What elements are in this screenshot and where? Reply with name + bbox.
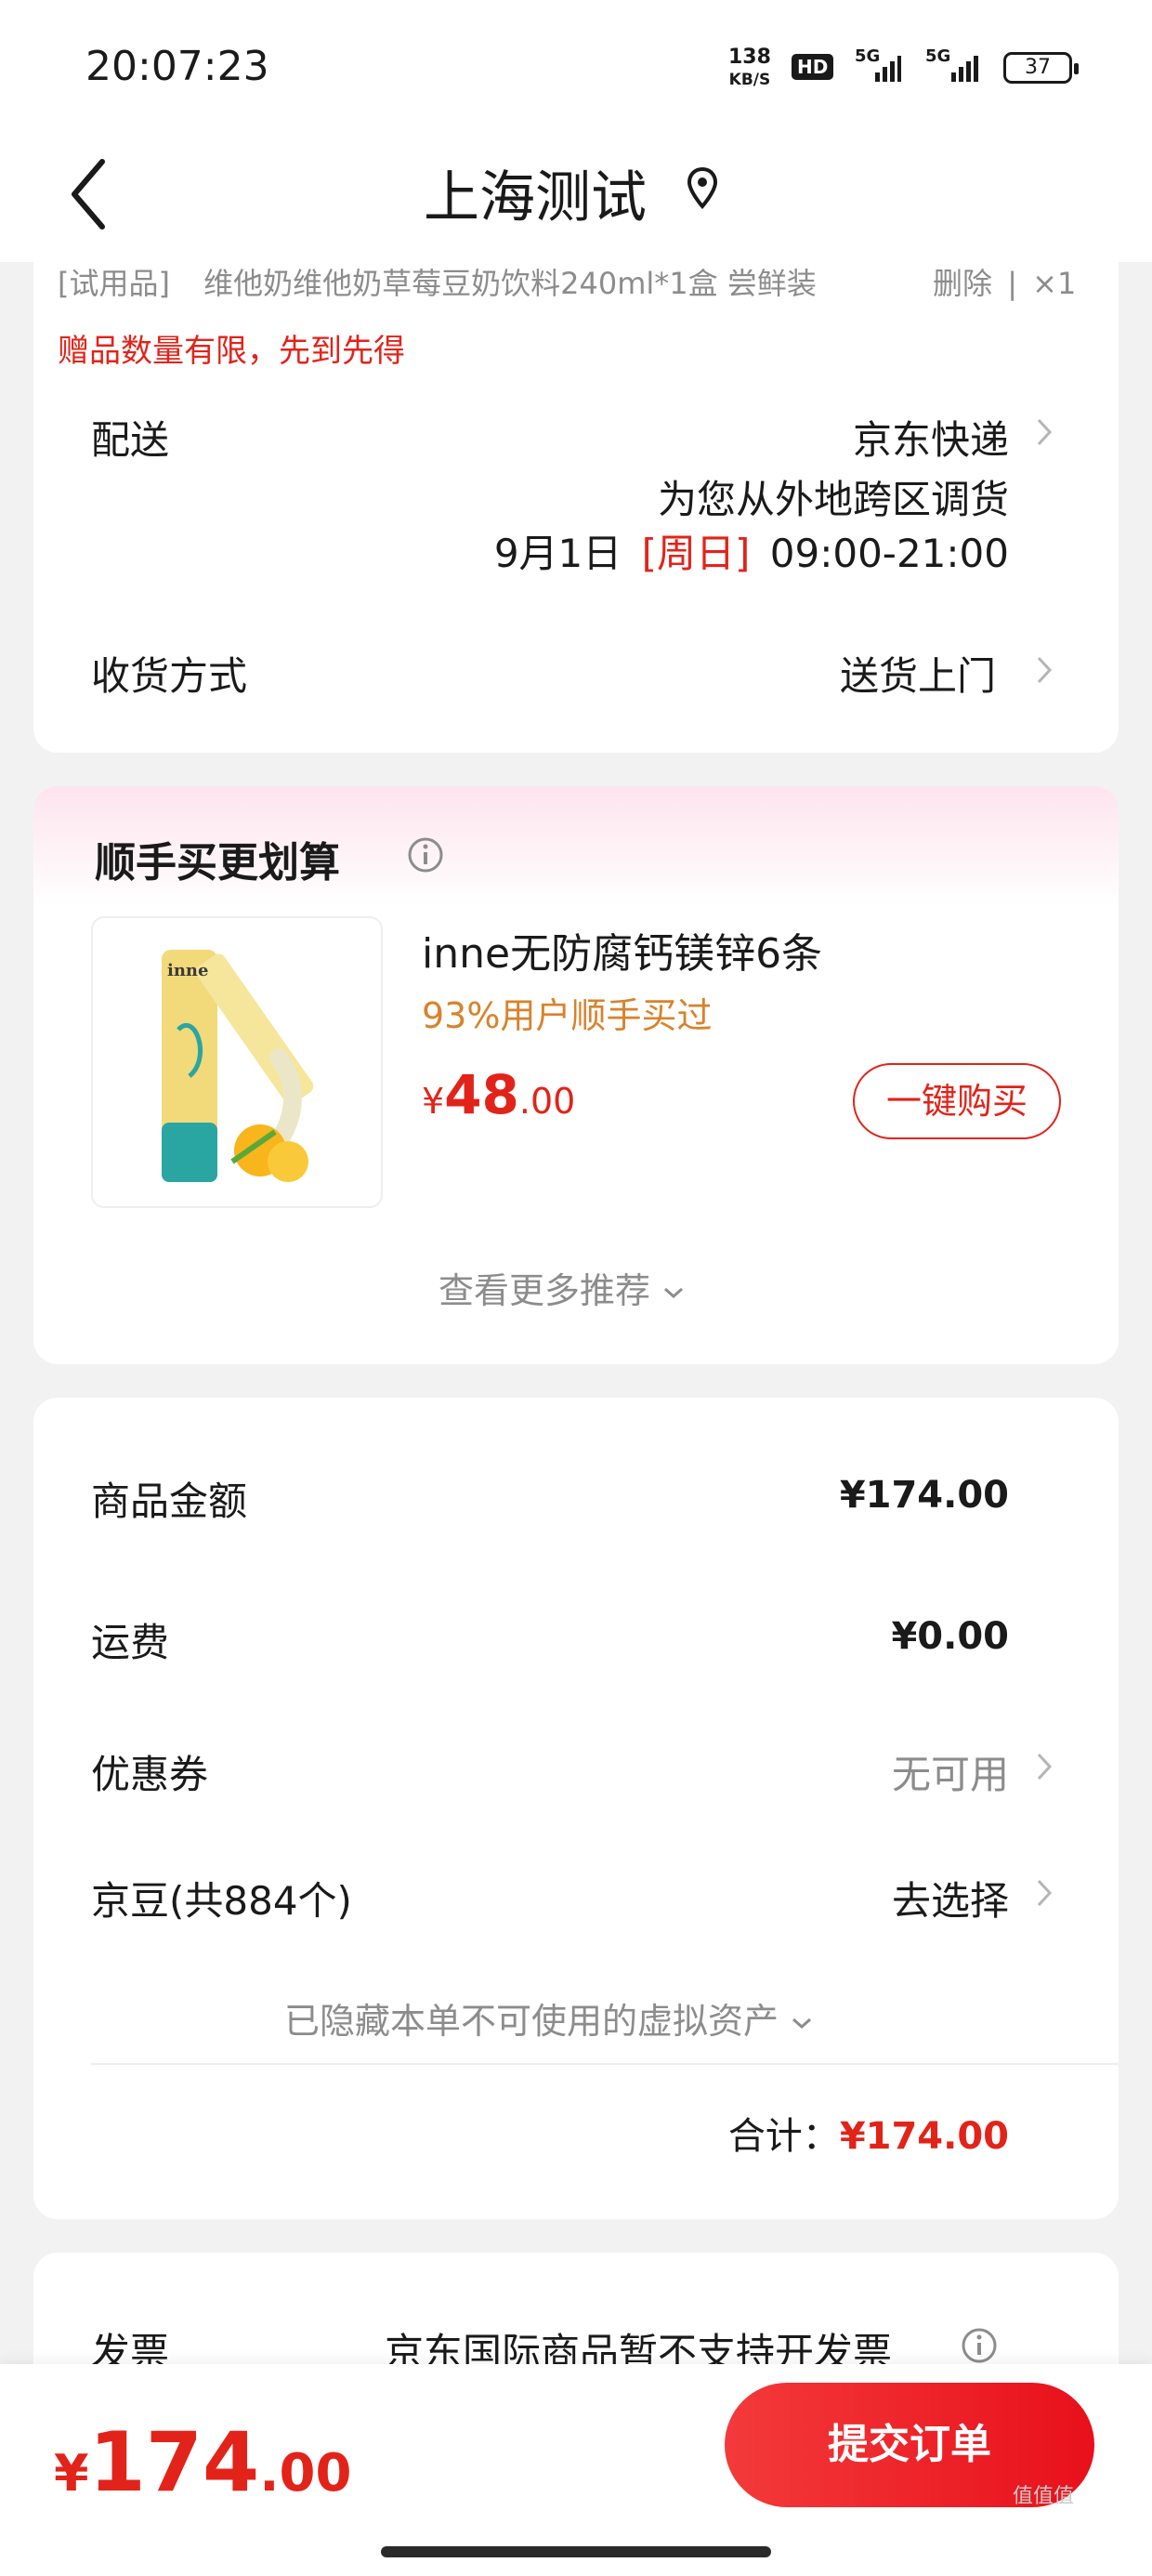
- battery-icon: 37: [1003, 52, 1079, 84]
- chevron-right-icon[interactable]: [1035, 654, 1054, 686]
- chevron-right-icon[interactable]: [1035, 1877, 1054, 1909]
- chevron-down-icon: [664, 1287, 684, 1298]
- product-package-image: inne: [162, 950, 314, 1182]
- back-arrow-icon[interactable]: [65, 152, 121, 236]
- network-speed-unit: KB/S: [728, 71, 771, 89]
- delete-link[interactable]: 删除: [933, 266, 992, 301]
- checkout-price-decimal: .00: [259, 2443, 352, 2504]
- hidden-assets-toggle[interactable]: 已隐藏本单不可使用的虚拟资产: [284, 1992, 814, 2044]
- location-pin-icon[interactable]: [686, 165, 719, 212]
- item-actions: 删除 | ×1: [933, 260, 1076, 303]
- receive-method-label: 收货方式: [91, 653, 248, 699]
- receive-method-value[interactable]: 送货上门: [840, 645, 996, 702]
- delivery-weekday: [周日]: [641, 531, 751, 576]
- hd-badge: HD: [792, 54, 834, 80]
- product-brand-text: inne: [167, 961, 208, 980]
- delivery-note: 为您从外地跨区调货: [657, 477, 1009, 522]
- separator: |: [1007, 266, 1017, 301]
- see-more-label: 查看更多推荐: [439, 1270, 651, 1311]
- home-indicator[interactable]: [381, 2546, 771, 2557]
- price-symbol: ¥: [422, 1081, 445, 1122]
- chevron-down-icon: [792, 2017, 812, 2029]
- jd-beans-label: 京豆(共884个): [91, 1878, 352, 1924]
- price-decimal: .00: [518, 1081, 576, 1122]
- recommend-product-name[interactable]: inne无防腐钙镁锌6条: [422, 920, 822, 979]
- network-speed: 138 KB/S: [728, 46, 771, 91]
- items-amount-label: 商品金额: [91, 1479, 248, 1524]
- delivery-time-window: 09:00-21:00: [769, 531, 1009, 576]
- network-speed-value: 138: [728, 46, 771, 69]
- chevron-right-icon[interactable]: [1035, 1751, 1054, 1782]
- delivery-carrier[interactable]: 京东快递: [853, 409, 1009, 466]
- signal-bars-icon: [875, 56, 901, 82]
- summary-divider: [91, 2063, 1119, 2065]
- total-label: 合计：: [727, 2115, 840, 2158]
- status-time: 20:07:23: [85, 43, 269, 90]
- checkout-price-symbol: ¥: [54, 2444, 89, 2503]
- item-quantity: ×1: [1032, 266, 1077, 301]
- recommend-price: ¥48.00: [422, 1063, 575, 1126]
- hidden-assets-note: 已隐藏本单不可使用的虚拟资产: [284, 2001, 779, 2042]
- checkout-price-integer: 174: [88, 2414, 260, 2510]
- item-tag: [试用品]: [58, 266, 170, 301]
- recommend-buyers-note: 93%用户顺手买过: [422, 995, 713, 1036]
- delivery-label: 配送: [91, 417, 170, 463]
- coupon-value[interactable]: 无可用: [892, 1743, 1009, 1800]
- status-bar: 20:07:23 138 KB/S HD 5G 5G 37: [0, 0, 1152, 130]
- gift-note: 赠品数量有限，先到先得: [58, 333, 405, 370]
- item-name: 维他奶维他奶草莓豆奶饮料240ml*1盒 尝鲜装: [203, 266, 817, 301]
- jd-beans-value[interactable]: 去选择: [892, 1870, 1009, 1926]
- see-more-recommend[interactable]: 查看更多推荐: [439, 1262, 686, 1313]
- price-integer: 48: [444, 1063, 519, 1126]
- shipping-value: ¥0.00: [891, 1615, 1009, 1658]
- checkout-total-price: ¥174.00: [54, 2414, 351, 2510]
- one-click-buy-button[interactable]: 一键购买: [853, 1063, 1061, 1139]
- shipping-label: 运费: [91, 1620, 170, 1665]
- coupon-label: 优惠券: [91, 1752, 209, 1797]
- chevron-right-icon[interactable]: [1035, 416, 1054, 448]
- recommend-title: 顺手买更划算: [95, 839, 340, 887]
- checkout-bar: ¥174.00 提交订单: [0, 2364, 1152, 2576]
- watermark: 值值值: [1013, 2485, 1075, 2508]
- info-icon[interactable]: [961, 2327, 998, 2364]
- delivery-date: 9月1日: [493, 531, 622, 576]
- product-image[interactable]: inne: [91, 916, 383, 1208]
- total-value: ¥174.00: [839, 2115, 1009, 2158]
- delivery-slot[interactable]: 9月1日 [周日] 09:00-21:00: [494, 522, 1009, 579]
- summary-total: 合计：¥174.00: [728, 2106, 1009, 2160]
- page-title: 上海测试: [424, 165, 647, 230]
- gift-item-row: [试用品] 维他奶维他奶草莓豆奶饮料240ml*1盒 尝鲜装: [58, 260, 817, 303]
- signal-bars-icon-2: [951, 56, 978, 82]
- info-icon[interactable]: [407, 836, 444, 874]
- items-amount-value: ¥174.00: [839, 1474, 1009, 1517]
